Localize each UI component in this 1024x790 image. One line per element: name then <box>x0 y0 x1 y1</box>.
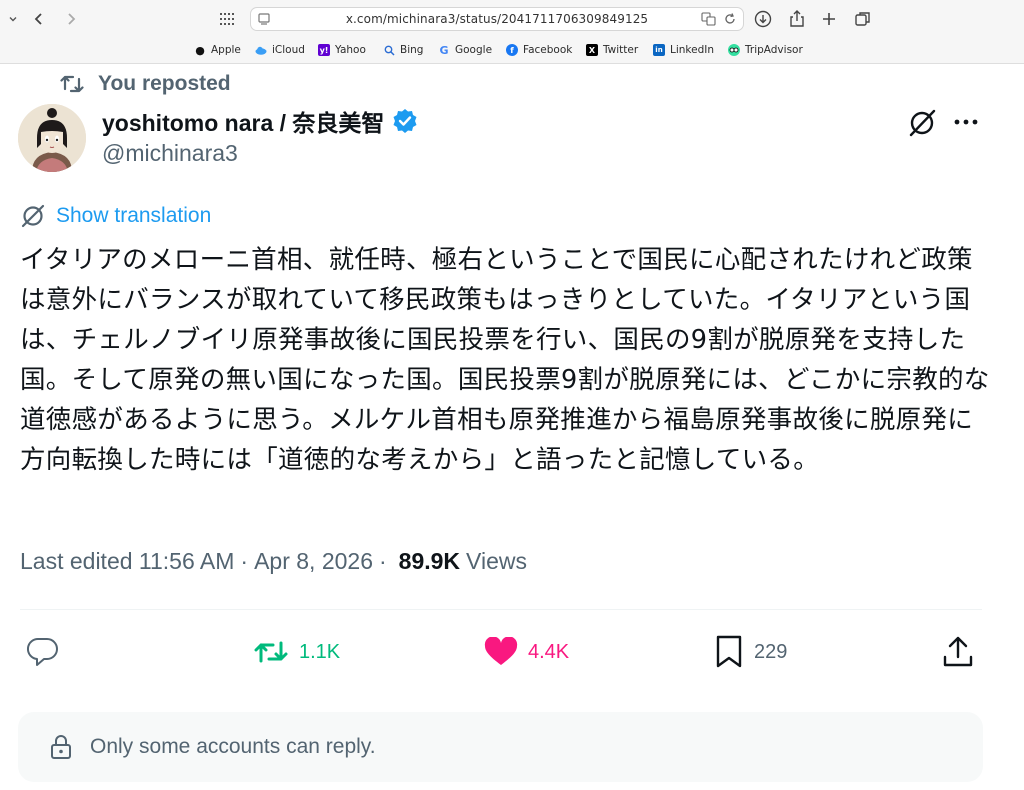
show-translation-label[interactable]: Show translation <box>56 204 211 228</box>
bookmark-button[interactable]: 229 <box>714 632 787 672</box>
share-icon <box>943 636 973 667</box>
repost-icon <box>60 75 84 93</box>
facebook-icon: f <box>506 44 518 56</box>
show-translation-link[interactable]: Show translation <box>20 203 211 229</box>
chevron-right-icon <box>68 13 76 25</box>
share-button[interactable] <box>942 632 974 672</box>
translate-page-icon[interactable] <box>701 12 717 31</box>
linkedin-icon: in <box>653 44 665 56</box>
bookmark-label: Twitter <box>603 44 639 56</box>
bookmark-yahoo[interactable]: y! Yahoo <box>318 42 366 58</box>
lock-icon <box>51 735 71 759</box>
repost-indicator[interactable]: You reposted <box>60 72 231 96</box>
twitter-icon: X <box>586 44 598 56</box>
bookmark-label: Apple <box>211 44 241 56</box>
bookmark-apple[interactable]: ● Apple <box>194 42 241 58</box>
browser-toolbar: x.com/michinara3/status/2041711706309849… <box>0 0 1024 38</box>
bookmark-facebook[interactable]: f Facebook <box>506 42 572 58</box>
divider <box>20 609 982 610</box>
bookmark-label: LinkedIn <box>670 44 715 56</box>
author-name[interactable]: yoshitomo nara / 奈良美智 <box>102 104 384 138</box>
bookmark-label: Facebook <box>523 44 573 56</box>
bing-icon <box>383 44 395 56</box>
grok-translate-icon <box>21 204 45 228</box>
reply-restriction-text: Only some accounts can reply. <box>90 735 376 758</box>
views-label: Views <box>466 548 527 574</box>
like-button[interactable]: 4.4K <box>484 632 569 672</box>
bookmark-tripadvisor[interactable]: TripAdvisor <box>728 42 803 58</box>
repost-label: You reposted <box>98 72 231 95</box>
tripadvisor-icon <box>728 44 740 56</box>
bookmark-linkedin[interactable]: in LinkedIn <box>653 42 714 58</box>
retweet-count: 1.1K <box>299 640 341 663</box>
separator-dot: · <box>240 548 249 574</box>
bookmark-label: Yahoo <box>335 44 366 56</box>
back-button[interactable] <box>26 6 52 32</box>
yahoo-icon: y! <box>318 44 330 56</box>
bookmark-count: 229 <box>754 640 788 663</box>
chevron-down-icon[interactable] <box>0 6 26 32</box>
bookmark-google[interactable]: G Google <box>438 42 492 58</box>
bookmark-label: iCloud <box>272 44 305 56</box>
apple-icon: ● <box>195 43 205 57</box>
verified-badge-icon[interactable] <box>392 108 418 134</box>
address-bar[interactable]: x.com/michinara3/status/2041711706309849… <box>250 7 744 31</box>
bookmark-icon <box>716 635 742 668</box>
last-edited-link[interactable]: Last edited 11:56 AM <box>20 548 234 575</box>
retweet-button[interactable]: 1.1K <box>253 632 340 672</box>
tweet-meta: Last edited 11:56 AM · Apr 8, 2026 · 89.… <box>20 548 527 575</box>
tweet-text: イタリアのメローニ首相、就任時、極右ということで国民に心配されたけれど政策は意外… <box>20 245 990 475</box>
reply-restriction-banner: Only some accounts can reply. <box>18 712 983 782</box>
icloud-icon <box>255 44 267 56</box>
views-count: 89.9K <box>398 548 461 574</box>
reload-icon[interactable] <box>723 12 737 31</box>
share-icon[interactable] <box>784 6 810 32</box>
more-options-icon[interactable] <box>952 110 980 139</box>
url-text[interactable]: x.com/michinara3/status/2041711706309849… <box>251 12 743 26</box>
bookmark-bing[interactable]: Bing <box>383 42 423 58</box>
tweet-date[interactable]: Apr 8, 2026 <box>254 548 373 575</box>
avatar[interactable] <box>18 104 86 172</box>
reply-icon <box>27 637 58 666</box>
bookmark-label: Google <box>455 44 493 56</box>
bookmark-icloud[interactable]: iCloud <box>255 42 305 58</box>
new-tab-icon[interactable] <box>816 6 842 32</box>
author-name-row[interactable]: yoshitomo nara / 奈良美智 <box>102 104 418 138</box>
bookmark-label: TripAdvisor <box>745 44 803 56</box>
bookmark-label: Bing <box>400 44 424 56</box>
avatar-illustration <box>18 104 86 172</box>
retweet-icon <box>254 641 288 663</box>
reply-button[interactable] <box>26 632 60 672</box>
bookmarks-bar: ● Apple iCloud y! Yahoo Bing G Google f … <box>0 40 1024 60</box>
download-icon[interactable] <box>750 6 776 32</box>
bookmark-twitter[interactable]: X Twitter <box>586 42 638 58</box>
grok-icon[interactable] <box>906 108 938 143</box>
tabs-overview-icon[interactable] <box>850 6 876 32</box>
browser-chrome: x.com/michinara3/status/2041711706309849… <box>0 0 1024 64</box>
chevron-left-icon <box>34 13 42 25</box>
grid-icon[interactable] <box>215 6 241 32</box>
heart-icon <box>484 637 518 665</box>
author-handle[interactable]: @michinara3 <box>102 140 238 167</box>
separator-dot: · <box>378 548 387 574</box>
forward-button[interactable] <box>58 6 84 32</box>
like-count: 4.4K <box>528 640 570 663</box>
google-icon: G <box>439 43 449 57</box>
